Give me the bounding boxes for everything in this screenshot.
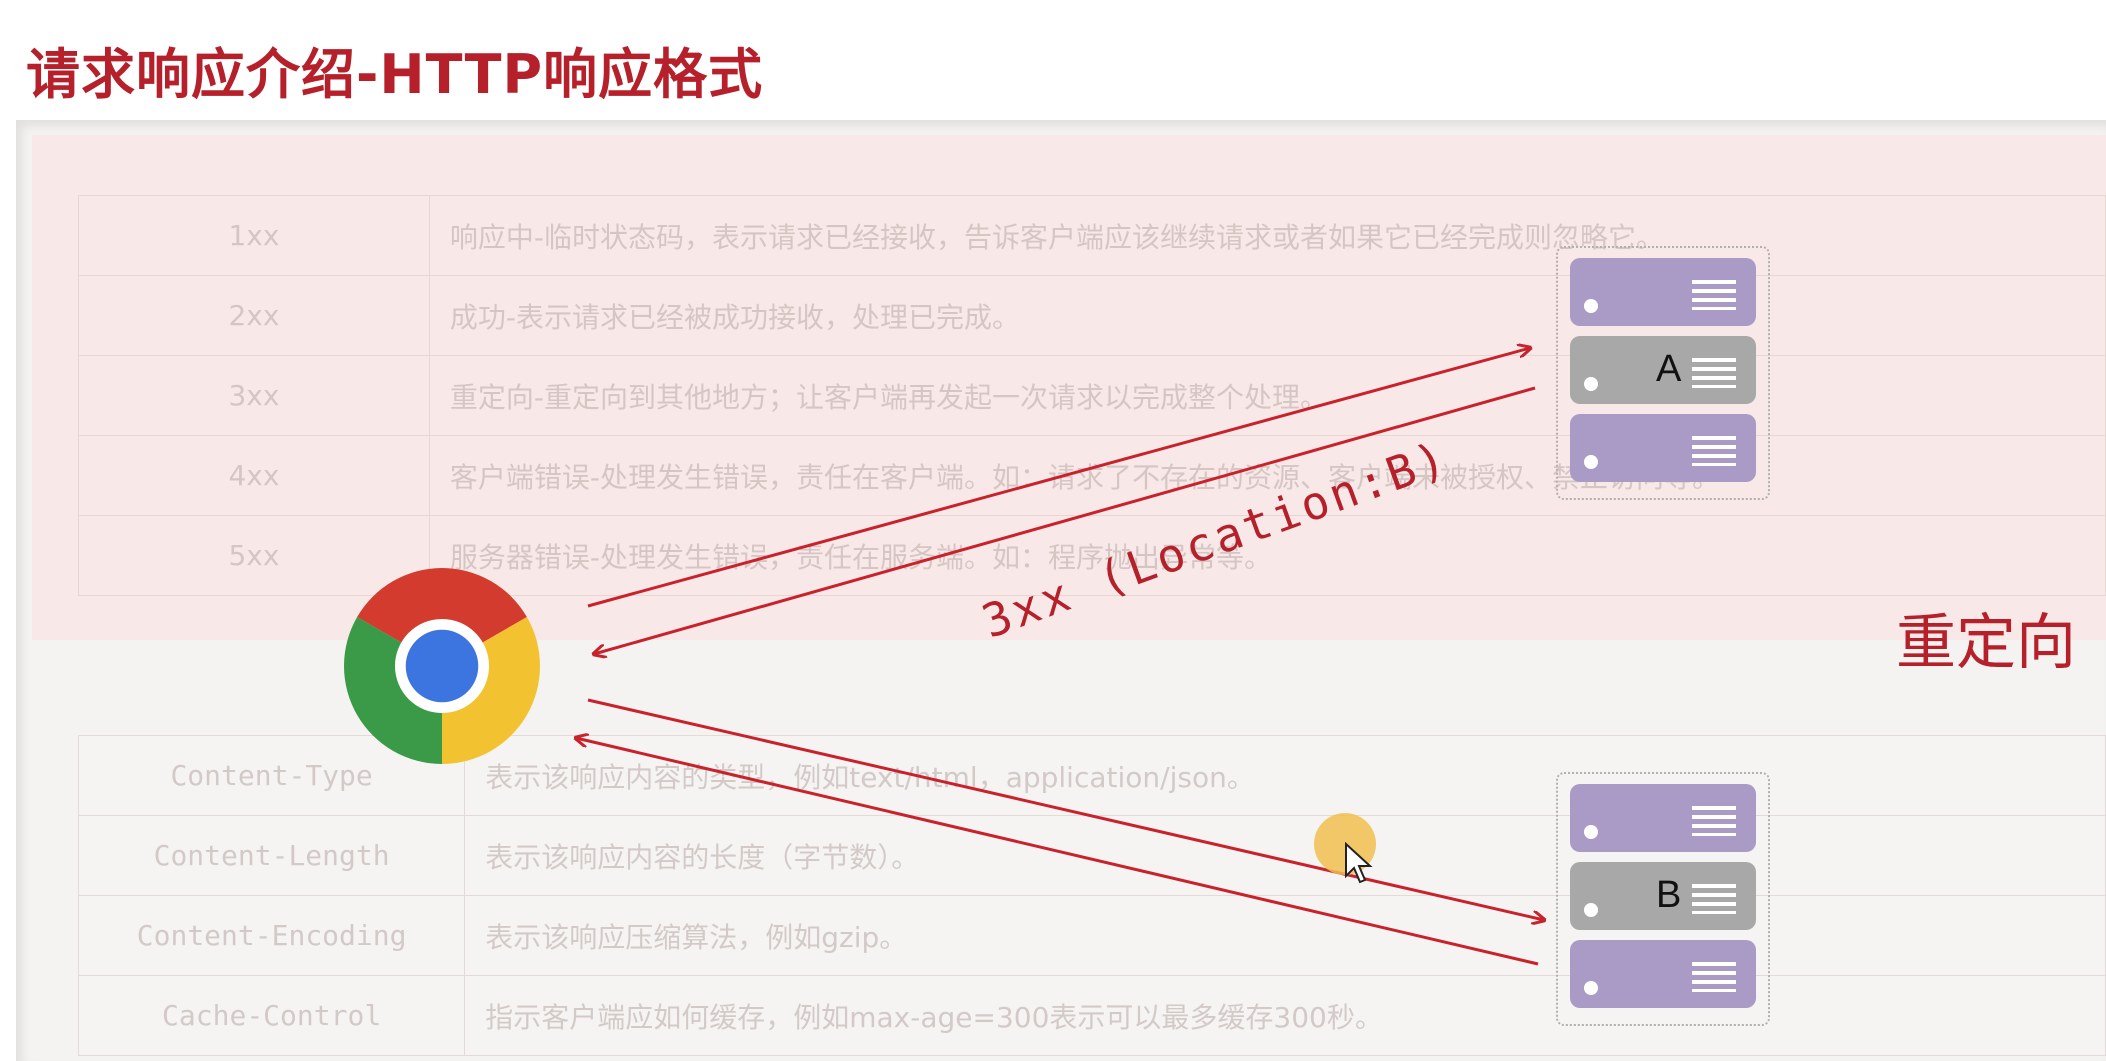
mouse-pointer-icon [1345, 842, 1373, 884]
chrome-icon [344, 568, 540, 764]
request-to-b-arrow [587, 698, 1544, 920]
request-arrows [0, 0, 2106, 966]
response-from-b-arrow [576, 738, 1539, 966]
redirect-concept-label: 重定向 [1896, 608, 2076, 678]
